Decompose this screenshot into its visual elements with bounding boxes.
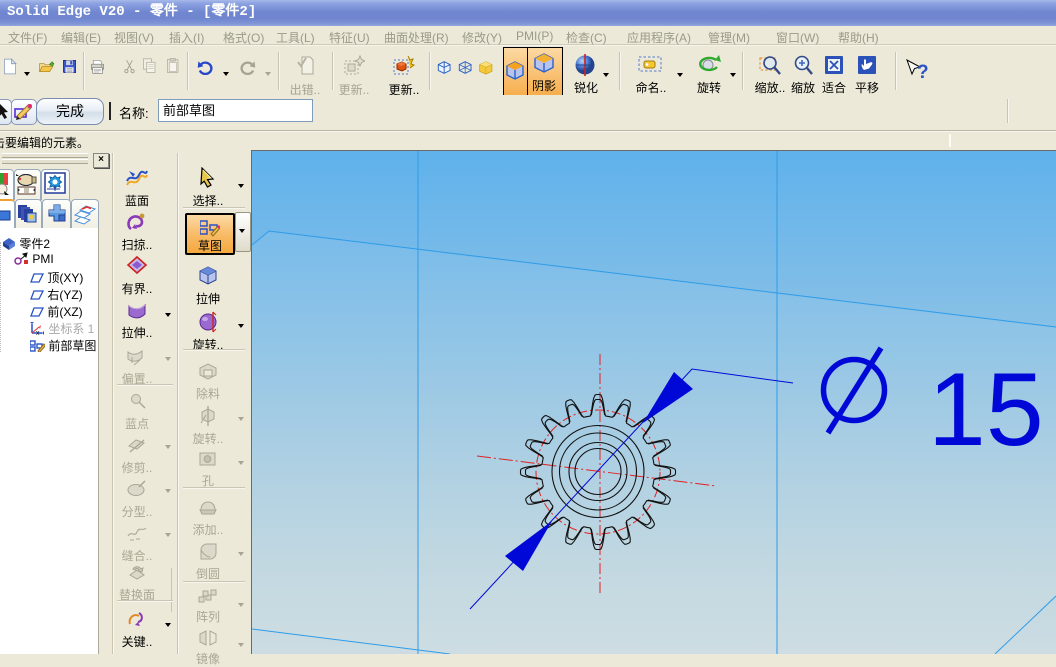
svg-text:15: 15	[928, 352, 1044, 468]
svg-text:?: ?	[917, 62, 929, 83]
svg-text:x: x	[36, 330, 40, 335]
